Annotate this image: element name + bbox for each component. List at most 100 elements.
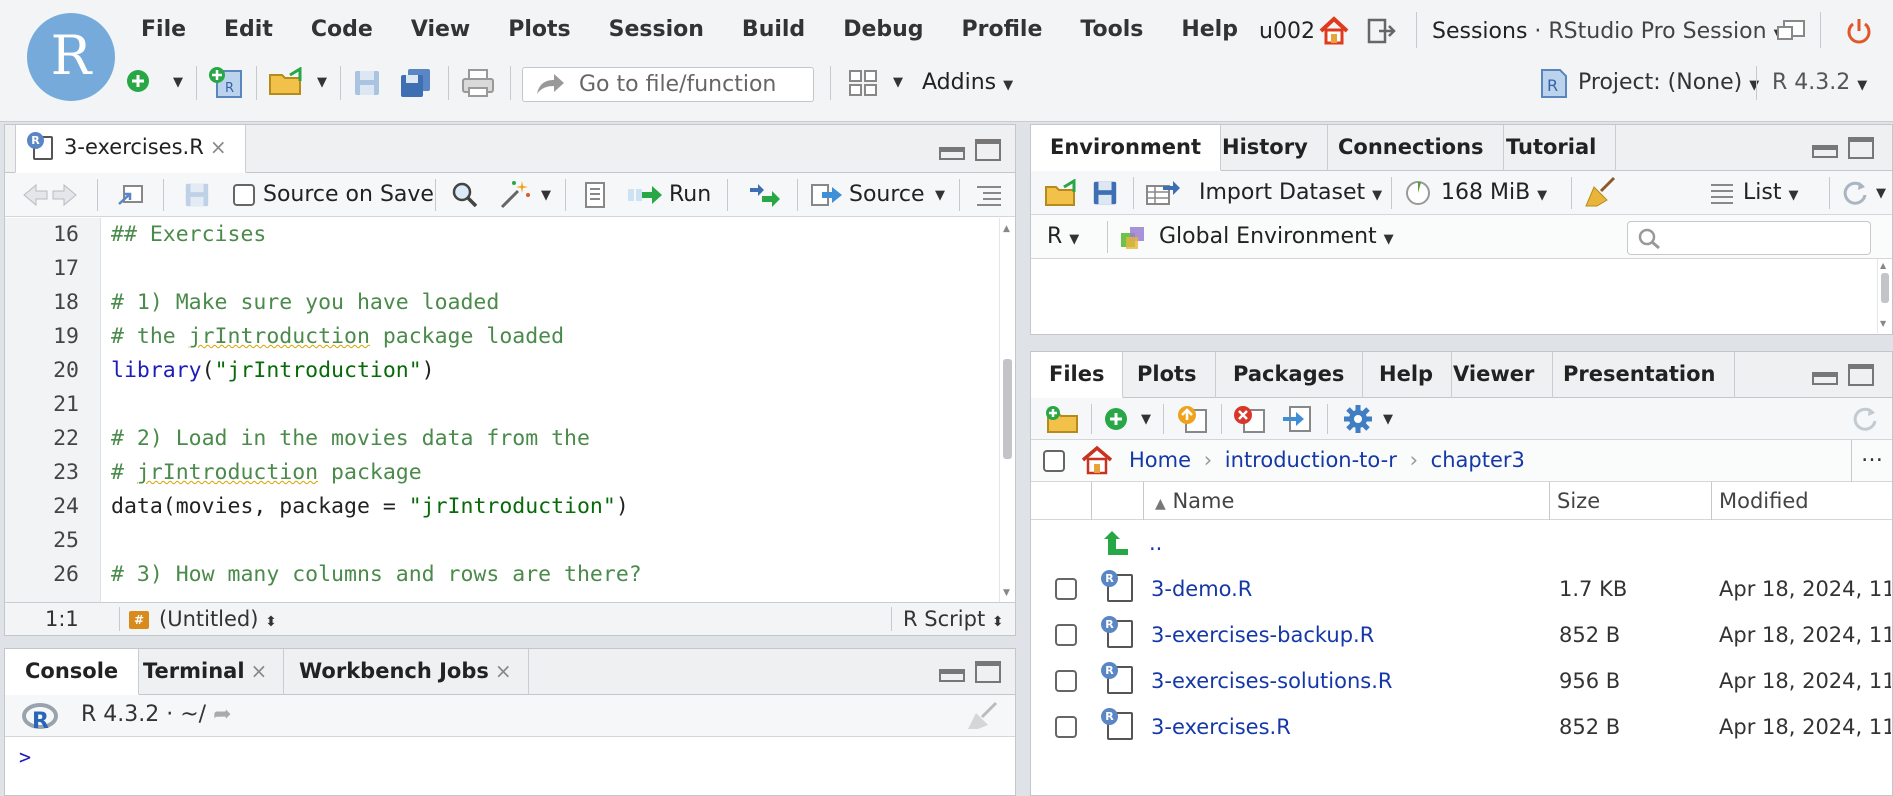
file-row[interactable]: 3-exercises-backup.R 852 B Apr 18, 2024, 1… (1031, 612, 1892, 658)
save-workspace-icon[interactable] (1089, 177, 1121, 209)
maximize-pane-icon[interactable] (975, 661, 1001, 683)
file-checkbox[interactable] (1055, 624, 1077, 646)
scope-selector[interactable]: (Untitled) ⬍ (159, 603, 277, 638)
menu-code[interactable]: Code (292, 12, 392, 48)
close-icon[interactable]: × (251, 659, 268, 683)
close-icon[interactable]: × (210, 135, 227, 159)
menu-plots[interactable]: Plots (489, 12, 589, 48)
menu-file[interactable]: File (122, 12, 205, 48)
maximize-pane-icon[interactable] (975, 139, 1001, 161)
tab-connections[interactable]: Connections (1319, 125, 1504, 171)
environment-scrollbar[interactable]: ▲ ▼ (1877, 259, 1892, 333)
file-row[interactable]: 3-demo.R 1.7 KB Apr 18, 2024, 11 (1031, 566, 1892, 612)
more-options-icon[interactable]: … (1861, 442, 1883, 467)
clear-console-broom-icon[interactable] (965, 701, 1001, 731)
open-folder-dropdown-icon[interactable]: ▼ (312, 72, 332, 92)
column-size-header[interactable]: Size (1557, 486, 1600, 516)
project-menu[interactable]: Project: (None) ▼ (1578, 68, 1759, 101)
source-on-save-checkbox[interactable] (233, 184, 255, 206)
menu-build[interactable]: Build (723, 12, 824, 48)
tab-plots[interactable]: Plots (1119, 352, 1216, 398)
tab-environment[interactable]: Environment (1031, 125, 1222, 171)
tab-terminal[interactable]: Terminal × (127, 649, 285, 695)
addins-menu[interactable]: Addins ▼ (922, 68, 1013, 101)
search-icon[interactable] (449, 181, 481, 209)
tab-viewer[interactable]: Viewer (1435, 352, 1554, 398)
menu-help[interactable]: Help (1162, 12, 1257, 48)
tab-packages[interactable]: Packages (1215, 352, 1364, 398)
power-icon[interactable] (1842, 14, 1876, 48)
tab-tutorial[interactable]: Tutorial (1487, 125, 1617, 171)
nav-back-forward-icon[interactable] (19, 181, 81, 209)
save-all-icon[interactable] (396, 66, 436, 100)
file-row[interactable]: 3-exercises-solutions.R 956 B Apr 18, 2024… (1031, 658, 1892, 704)
column-modified-header[interactable]: Modified (1719, 486, 1809, 516)
delete-icon[interactable] (1231, 403, 1267, 435)
new-blank-file-dropdown-icon[interactable]: ▼ (1137, 409, 1155, 429)
close-icon[interactable]: × (495, 659, 512, 683)
menu-view[interactable]: View (392, 12, 489, 48)
parent-directory-row[interactable]: .. (1031, 520, 1892, 566)
r-version-menu[interactable]: R 4.3.2 ▼ (1772, 68, 1867, 101)
editor-scrollbar[interactable]: ▲ ▼ (999, 218, 1015, 602)
upload-icon[interactable] (1175, 403, 1211, 435)
sign-out-icon[interactable] (1364, 14, 1400, 48)
outline-icon[interactable] (973, 181, 1005, 209)
file-row[interactable]: 3-exercises.R 852 B Apr 18, 2024, 11 (1031, 704, 1892, 750)
tab-presentation[interactable]: Presentation (1545, 352, 1735, 398)
environment-search-input[interactable] (1627, 221, 1871, 255)
new-file-icon[interactable] (124, 66, 152, 96)
breadcrumb-introduction-to-r[interactable]: introduction-to-r (1225, 448, 1397, 472)
environment-scroll-thumb[interactable] (1881, 273, 1889, 303)
refresh-dropdown-icon[interactable]: ▼ (1873, 183, 1889, 203)
file-name-link[interactable]: 3-demo.R (1151, 574, 1252, 604)
new-blank-file-icon[interactable] (1101, 404, 1131, 434)
pane-layout-dropdown-icon[interactable]: ▼ (888, 72, 908, 92)
sessions-menu[interactable]: Sessions · RStudio Pro Session ▼ (1432, 17, 1784, 50)
file-checkbox[interactable] (1055, 716, 1077, 738)
minimize-pane-icon[interactable] (1812, 145, 1838, 158)
filetype-selector[interactable]: R Script ⬍ (903, 603, 1004, 638)
tab-files[interactable]: Files (1031, 352, 1124, 398)
environment-scope-selector[interactable]: Global Environment ▼ (1159, 221, 1394, 256)
maximize-pane-icon[interactable] (1848, 137, 1874, 159)
minimize-pane-icon[interactable] (939, 147, 965, 160)
rerun-icon[interactable] (743, 181, 783, 209)
show-in-window-icon[interactable] (115, 181, 147, 209)
minimize-pane-icon[interactable] (1812, 372, 1838, 385)
clear-workspace-broom-icon[interactable] (1583, 175, 1619, 209)
refresh-files-icon[interactable] (1849, 404, 1881, 434)
new-project-icon[interactable]: R (206, 64, 246, 100)
menu-tools[interactable]: Tools (1061, 12, 1162, 48)
source-dropdown-icon[interactable]: ▼ (931, 185, 949, 205)
compile-report-icon[interactable] (581, 181, 609, 209)
menu-profile[interactable]: Profile (943, 12, 1062, 48)
file-checkbox[interactable] (1055, 578, 1077, 600)
memory-usage-button[interactable]: 168 MiB ▼ (1441, 177, 1547, 212)
file-checkbox[interactable] (1055, 670, 1077, 692)
minimize-pane-icon[interactable] (939, 669, 965, 682)
rename-icon[interactable] (1279, 403, 1315, 435)
import-dataset-button[interactable]: Import Dataset ▼ (1199, 177, 1382, 212)
refresh-icon[interactable] (1839, 179, 1871, 207)
code-editor[interactable]: 16 ## Exercises 17 18 # 1) Make sure you hav… (5, 218, 999, 602)
source-button[interactable]: Source (849, 179, 925, 211)
new-file-dropdown-icon[interactable]: ▼ (168, 72, 188, 92)
menu-edit[interactable]: Edit (205, 12, 292, 48)
column-name-header[interactable]: ▲ Name (1155, 486, 1234, 519)
run-button[interactable]: Run (669, 179, 711, 211)
home-icon[interactable] (1316, 14, 1352, 48)
magic-wand-icon[interactable] (497, 179, 533, 211)
view-mode-selector[interactable]: List ▼ (1743, 177, 1798, 212)
editor-scroll-thumb[interactable] (1003, 359, 1012, 459)
share-icon[interactable]: ➦ (213, 702, 231, 727)
switch-window-icon[interactable] (1773, 16, 1809, 46)
home-folder-icon[interactable] (1079, 444, 1115, 476)
file-name-link[interactable]: 3-exercises.R (1151, 712, 1291, 742)
menu-debug[interactable]: Debug (824, 12, 942, 48)
pane-layout-icon[interactable] (846, 68, 880, 98)
code-tools-dropdown-icon[interactable]: ▼ (537, 185, 555, 205)
select-all-checkbox[interactable] (1043, 450, 1065, 472)
more-dropdown-icon[interactable]: ▼ (1379, 409, 1397, 429)
menu-session[interactable]: Session (590, 12, 723, 48)
